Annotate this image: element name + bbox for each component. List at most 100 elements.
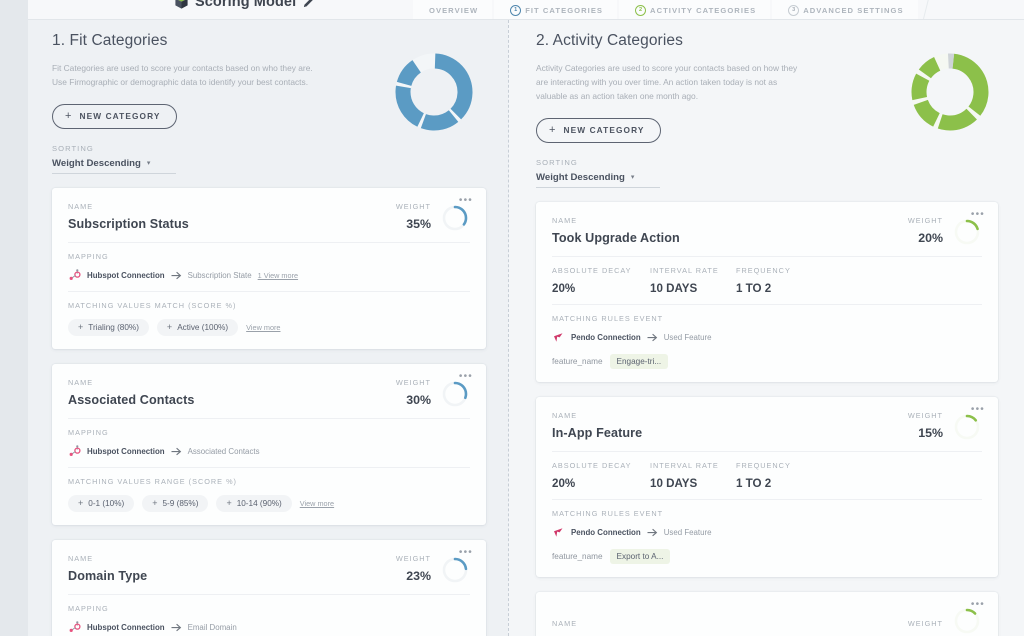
mapping-label: MAPPING	[68, 427, 109, 437]
activity-sorting-value: Weight Descending	[536, 171, 625, 183]
fit-category-list: ••• NAME Subscription Status WEIGHT 35%	[52, 187, 486, 636]
activity-category-card[interactable]: ••• NAME In-App Feature WEIGHT 15% ABSOL…	[536, 396, 998, 577]
weight-value: 15%	[918, 425, 943, 440]
arrow-right-icon	[171, 271, 182, 280]
value-chip[interactable]: + Trialing (80%)	[68, 318, 149, 336]
kebab-menu-icon[interactable]: •••	[971, 209, 985, 220]
fit-category-card[interactable]: ••• NAME Subscription Status WEIGHT 35%	[52, 187, 486, 349]
fit-weight-donut-chart	[388, 46, 480, 138]
activity-category-card[interactable]: ••• NAME WEIGHT	[536, 591, 998, 636]
category-name: In-App Feature	[552, 425, 643, 440]
tab-label: ACTIVITY CATEGORIES	[650, 5, 757, 15]
fit-new-category-label: NEW CATEGORY	[79, 111, 161, 122]
matching-values-label: MATCHING VALUES RANGE (SCORE %)	[68, 476, 237, 486]
kebab-menu-icon[interactable]: •••	[971, 404, 985, 415]
activity-section-description: Activity Categories are used to score yo…	[536, 63, 798, 101]
hubspot-icon	[68, 444, 81, 458]
tab-overview[interactable]: OVERVIEW	[413, 0, 493, 19]
value-chip[interactable]: + Active (100%)	[156, 318, 239, 336]
absolute-decay-metric: ABSOLUTE DECAY 20%	[552, 266, 650, 295]
absolute-decay-metric: ABSOLUTE DECAY 20%	[552, 461, 650, 490]
tab-bar[interactable]: OVERVIEW 1 FIT CATEGORIES 2 ACTIVITY CAT…	[413, 0, 918, 19]
fit-column-header: 1. Fit Categories Fit Categories are use…	[52, 32, 486, 174]
activity-column-header: 2. Activity Categories Activity Categori…	[536, 32, 998, 188]
value-chip[interactable]: + 10-14 (90%)	[216, 494, 292, 512]
weight-mini-ring	[952, 606, 982, 634]
weight-label: WEIGHT	[395, 553, 431, 563]
hubspot-icon	[68, 620, 81, 634]
app-header: SCORING MODEL CONFIGURATION Scoring Mode…	[28, 0, 1024, 20]
weight-mini-ring	[440, 555, 470, 583]
weight-mini-ring	[952, 217, 982, 245]
matching-rules-label: MATCHING RULES EVENT	[552, 508, 664, 518]
tab-step-number: 2	[635, 4, 647, 16]
page-title: Scoring Model	[195, 0, 297, 10]
plus-icon: +	[166, 321, 173, 332]
mapping-view-more-link[interactable]: 1 View more	[258, 271, 298, 280]
weight-mini-ring	[440, 379, 470, 407]
kebab-menu-icon[interactable]: •••	[459, 547, 473, 558]
mapping-row[interactable]: Hubspot Connection Email Domain	[68, 620, 470, 634]
category-name: Domain Type	[68, 568, 148, 583]
name-label: NAME	[68, 553, 94, 563]
fit-category-card[interactable]: ••• NAME Associated Contacts WEIGHT 30%	[52, 363, 486, 525]
values-view-more-link[interactable]: View more	[300, 499, 334, 508]
value-chip[interactable]: + 0-1 (10%)	[68, 494, 135, 512]
value-chip[interactable]: + 5-9 (85%)	[142, 494, 209, 512]
kebab-menu-icon[interactable]: •••	[459, 195, 473, 206]
tab-step-number: 3	[788, 4, 800, 16]
matching-values-label: MATCHING VALUES MATCH (SCORE %)	[68, 300, 237, 310]
rule-property-row: feature_name Engage-tri...	[552, 353, 982, 369]
plus-icon: +	[152, 497, 158, 508]
category-name: Took Upgrade Action	[552, 230, 680, 245]
metrics-row: ABSOLUTE DECAY 20% INTERVAL RATE 10 DAYS…	[552, 266, 982, 295]
name-label: NAME	[68, 377, 94, 387]
activity-sorting-dropdown[interactable]: Weight Descending ▾	[536, 172, 660, 188]
absolute-decay-label: ABSOLUTE DECAY	[552, 460, 632, 470]
weight-mini-ring	[440, 203, 470, 231]
plus-icon: +	[78, 497, 84, 508]
matching-values-section: MATCHING VALUES RANGE (SCORE %) + 0-1 (1…	[68, 466, 470, 512]
fit-new-category-button[interactable]: + NEW CATEGORY	[52, 103, 177, 129]
mapping-row[interactable]: Hubspot Connection Associated Contacts	[68, 444, 470, 458]
property-value-chip[interactable]: Export to A...	[609, 548, 671, 564]
connection-name: Hubspot Connection	[87, 446, 165, 456]
frequency-label: FREQUENCY	[736, 460, 791, 470]
plus-icon: +	[226, 497, 232, 508]
connection-name: Hubspot Connection	[87, 622, 165, 632]
kebab-menu-icon[interactable]: •••	[971, 599, 985, 610]
rule-connection-row[interactable]: Pendo Connection Used Feature	[552, 331, 982, 344]
activity-category-card[interactable]: ••• NAME Took Upgrade Action WEIGHT 20%	[536, 201, 998, 382]
value-chip-label: 5-9 (85%)	[162, 498, 199, 508]
fit-sorting-dropdown[interactable]: Weight Descending ▾	[52, 158, 176, 174]
left-rail	[0, 0, 28, 636]
mapping-section: MAPPING Hubspo	[68, 419, 470, 458]
values-view-more-link[interactable]: View more	[246, 323, 280, 332]
tab-activity-categories[interactable]: 2 ACTIVITY CATEGORIES	[619, 0, 771, 19]
pencil-icon[interactable]	[302, 0, 314, 8]
interval-rate-label: INTERVAL RATE	[650, 460, 719, 470]
frequency-value: 1 TO 2	[736, 281, 772, 295]
mapping-row[interactable]: Hubspot Connection Subscription State 1 …	[68, 268, 470, 282]
plus-icon: +	[78, 321, 84, 332]
property-value-chip[interactable]: Engage-tri...	[609, 353, 669, 369]
weight-label: WEIGHT	[907, 215, 943, 225]
fit-category-card[interactable]: ••• NAME Domain Type WEIGHT 23% MAPPING …	[52, 539, 486, 636]
tab-advanced-settings[interactable]: 3 ADVANCED SETTINGS	[772, 0, 918, 19]
fit-section-description: Fit Categories are used to score your co…	[52, 63, 313, 87]
activity-new-category-label: NEW CATEGORY	[563, 125, 645, 136]
mapping-label: MAPPING	[68, 603, 109, 613]
activity-categories-column: 2. Activity Categories Activity Categori…	[508, 20, 1024, 636]
activity-new-category-button[interactable]: + NEW CATEGORY	[536, 117, 661, 143]
plus-icon: +	[549, 123, 557, 136]
rule-connection-row[interactable]: Pendo Connection Used Feature	[552, 526, 982, 539]
tab-label: ADVANCED SETTINGS	[803, 5, 904, 15]
property-key: feature_name	[552, 356, 603, 366]
kebab-menu-icon[interactable]: •••	[459, 371, 473, 382]
absolute-decay-value: 20%	[552, 281, 576, 295]
activity-sorting-label: SORTING	[536, 157, 578, 167]
tab-fit-categories[interactable]: 1 FIT CATEGORIES	[494, 0, 618, 19]
value-chip-label: 0-1 (10%)	[88, 498, 125, 508]
activity-weight-donut-chart	[904, 46, 996, 138]
connection-name: Pendo Connection	[571, 332, 641, 342]
